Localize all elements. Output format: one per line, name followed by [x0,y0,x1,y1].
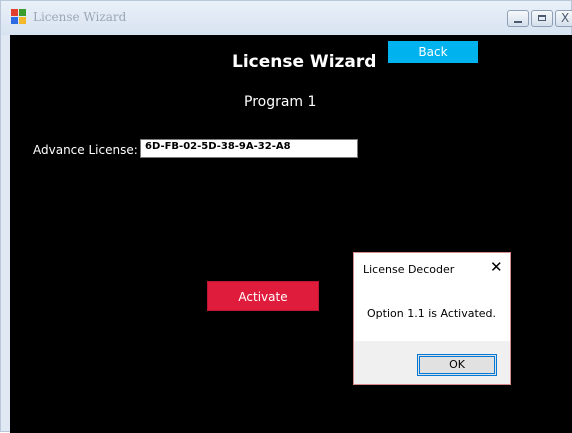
window-close-button[interactable]: X [555,10,572,27]
minimize-button[interactable] [507,10,529,27]
back-button[interactable]: Back [388,41,478,63]
page-title: License Wizard [232,52,377,72]
window-title: License Wizard [33,10,127,24]
dialog-close-icon[interactable]: ✕ [490,258,503,276]
dialog-title: License Decoder [363,263,455,276]
license-decoder-dialog: License Decoder ✕ Option 1.1 is Activate… [353,252,511,385]
minimize-icon [514,21,522,23]
advance-license-label: Advance License: [33,143,138,157]
close-icon: X [561,11,570,25]
maximize-icon [538,15,546,21]
ok-button[interactable]: OK [417,354,497,376]
dialog-message: Option 1.1 is Activated. [367,307,497,320]
maximize-button[interactable] [531,10,553,27]
activate-button[interactable]: Activate [207,281,319,311]
title-bar[interactable]: License Wizard X [1,1,572,35]
advance-license-input[interactable]: 6D-FB-02-5D-38-9A-32-A8 [140,139,358,158]
program-name: Program 1 [244,94,317,110]
app-icon [11,9,27,25]
